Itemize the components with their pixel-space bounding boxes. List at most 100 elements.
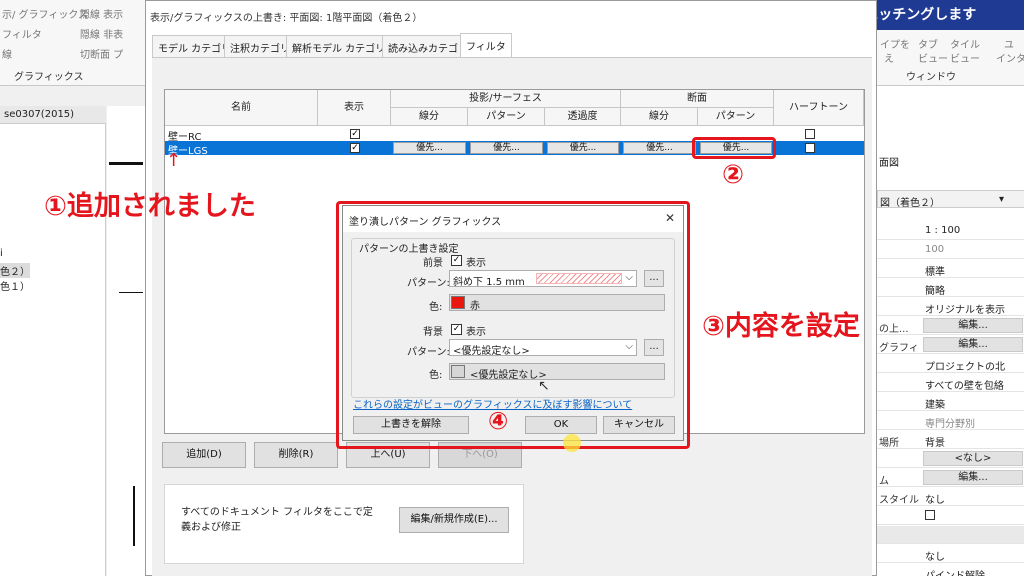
ribbon-item-filter[interactable]: フィルタ xyxy=(2,26,42,41)
property-key: ム xyxy=(879,476,889,487)
browser-item[interactable]: i xyxy=(0,248,3,259)
ribbon-item-visibility[interactable]: 示/ グラフィックス xyxy=(2,6,88,21)
property-row[interactable]: グラフィ 編集... xyxy=(877,336,1024,354)
property-edit-button[interactable]: <なし> xyxy=(923,451,1023,466)
property-value: 標準 xyxy=(925,267,945,278)
step-3-label: ③内容を設定 xyxy=(702,311,860,342)
project-browser-title: se0307(2015) xyxy=(0,106,106,124)
col-header-proj-lines: 線分 xyxy=(391,108,468,126)
property-value: すべての壁を包絡 xyxy=(925,381,1004,392)
filter-define-group: すべてのドキュメント フィルタをここで定義および修正 編集/新規作成(E)... xyxy=(164,484,524,564)
ribbon-item-tab-view[interactable]: ビュー xyxy=(918,50,948,65)
properties-panel: 面図 図（着色２） ▾ 1 : 100 100 標準簡略 オリジナルを表示の上... 編… xyxy=(876,86,1024,576)
col-header-transparency: 透過度 xyxy=(545,108,621,126)
ribbon-group-window: ウィンドウ xyxy=(906,72,956,83)
property-row: すべての壁を包絡 xyxy=(877,374,1024,392)
property-edit-button[interactable]: 編集... xyxy=(923,470,1023,485)
tab-analytical-categories[interactable]: 解析モデル カテゴリ xyxy=(286,35,392,57)
property-row: なし xyxy=(877,545,1024,563)
override-proj-lines-button[interactable]: 優先... xyxy=(393,142,466,154)
property-key: 場所 xyxy=(879,438,899,449)
ribbon-item-hidden-hide[interactable]: 隠線 非表 xyxy=(80,26,123,41)
properties-header: 面図 xyxy=(879,158,899,169)
browser-item-colored2[interactable]: 色２） xyxy=(0,263,30,278)
property-value: 1 : 100 xyxy=(925,225,961,236)
col-header-cut-lines: 線分 xyxy=(621,108,698,126)
ribbon-item-tile[interactable]: タイル xyxy=(950,36,980,51)
override-cut-lines-button[interactable]: 優先... xyxy=(623,142,696,154)
property-edit-button[interactable]: 編集... xyxy=(923,337,1023,352)
property-value: なし xyxy=(925,552,945,563)
edit-new-filter-button[interactable]: 編集/新規作成(E)... xyxy=(399,507,509,533)
property-row xyxy=(877,526,1024,544)
project-browser: se0307(2015) i 色２） 色１） xyxy=(0,106,106,576)
ribbon-item-user[interactable]: ユ xyxy=(1004,36,1014,51)
mouse-pointer-icon: ↖ xyxy=(538,378,550,394)
col-header-proj-pattern: パターン xyxy=(468,108,545,126)
halftone-checkbox[interactable] xyxy=(805,129,815,139)
ribbon-item-type[interactable]: イプを xyxy=(880,36,910,51)
chevron-down-icon: ▾ xyxy=(998,194,1004,205)
ribbon-item-type2[interactable]: え xyxy=(884,50,894,65)
properties-type-select[interactable]: 図（着色２） ▾ xyxy=(877,190,1024,209)
highlight-cut-pattern xyxy=(692,137,776,159)
tab-filters[interactable]: フィルタ xyxy=(460,33,512,57)
ribbon-item-tab[interactable]: タブ xyxy=(918,36,938,51)
arrow-up-icon: ↑ xyxy=(166,150,182,171)
ribbon-item-hidden-show[interactable]: 隠線 表示 xyxy=(80,6,123,21)
property-row: 100 xyxy=(877,241,1024,259)
drawing-canvas[interactable] xyxy=(107,106,145,576)
property-key: スタイル xyxy=(879,495,919,506)
property-edit-button[interactable]: 編集... xyxy=(923,318,1023,333)
property-row: プロジェクトの北 xyxy=(877,355,1024,373)
dialog-title: 表示/グラフィックスの上書き: 平面図: 1階平面図（着色２） xyxy=(146,1,876,31)
override-transparency-button[interactable]: 優先... xyxy=(547,142,619,154)
override-proj-pattern-button[interactable]: 優先... xyxy=(470,142,543,154)
property-row: 専門分野別 xyxy=(877,412,1024,430)
step-4-label: ④ xyxy=(488,407,509,435)
property-value: 建築 xyxy=(925,400,945,411)
drawing-line xyxy=(133,486,135,546)
property-value: 背景 xyxy=(925,438,945,449)
property-value: 専門分野別 xyxy=(925,419,975,430)
col-header-halftone: ハーフトーン xyxy=(774,90,864,126)
property-row[interactable] xyxy=(877,507,1024,525)
drawing-line xyxy=(109,162,143,165)
add-filter-button[interactable]: 追加(D) xyxy=(162,442,246,468)
col-header-visible: 表示 xyxy=(318,90,391,126)
step-2-label: ② xyxy=(722,160,745,190)
halftone-checkbox[interactable] xyxy=(805,143,815,153)
remove-filter-button[interactable]: 削除(R) xyxy=(254,442,338,468)
property-row[interactable]: <なし> xyxy=(877,450,1024,468)
visible-checkbox[interactable]: ✓ xyxy=(350,143,360,153)
property-value: なし xyxy=(925,495,945,506)
property-key: グラフィ xyxy=(879,343,919,354)
property-row: スタイル なし xyxy=(877,488,1024,506)
property-row: 標準 xyxy=(877,260,1024,278)
browser-item-colored1[interactable]: 色１） xyxy=(0,278,30,293)
ribbon-group-label: グラフィックス xyxy=(14,72,84,83)
ribbon-item-interface[interactable]: インタ xyxy=(996,50,1024,65)
property-row: 1 : 100 xyxy=(877,222,1024,240)
ribbon-item-cut-profile[interactable]: 切断面 プ xyxy=(80,46,123,61)
col-header-name: 名前 xyxy=(165,90,318,126)
ribbon-item-lines[interactable]: 線 xyxy=(2,46,12,61)
property-row[interactable]: ム 編集... xyxy=(877,469,1024,487)
step-1-label: ①追加されました xyxy=(44,191,256,222)
property-value: 簡略 xyxy=(925,286,945,297)
property-row: 場所 背景 xyxy=(877,431,1024,449)
col-header-cut-pattern: パターン xyxy=(698,108,774,126)
property-key: の上... xyxy=(879,324,909,335)
visible-checkbox[interactable]: ✓ xyxy=(350,129,360,139)
property-checkbox[interactable] xyxy=(925,510,935,520)
property-value: 100 xyxy=(925,244,945,255)
highlight-fill-pattern-dialog xyxy=(336,201,690,449)
property-row: オリジナルを表示 xyxy=(877,298,1024,316)
property-value: プロジェクトの北 xyxy=(925,362,1005,373)
property-row[interactable]: の上... 編集... xyxy=(877,317,1024,335)
ribbon-item-tile-view[interactable]: ビュー xyxy=(950,50,980,65)
cursor-highlight xyxy=(563,434,581,452)
property-row: パインド解除 xyxy=(877,564,1024,576)
filter-define-text: すべてのドキュメント フィルタをここで定義および修正 xyxy=(181,507,373,533)
col-header-cut: 断面 xyxy=(621,90,774,108)
